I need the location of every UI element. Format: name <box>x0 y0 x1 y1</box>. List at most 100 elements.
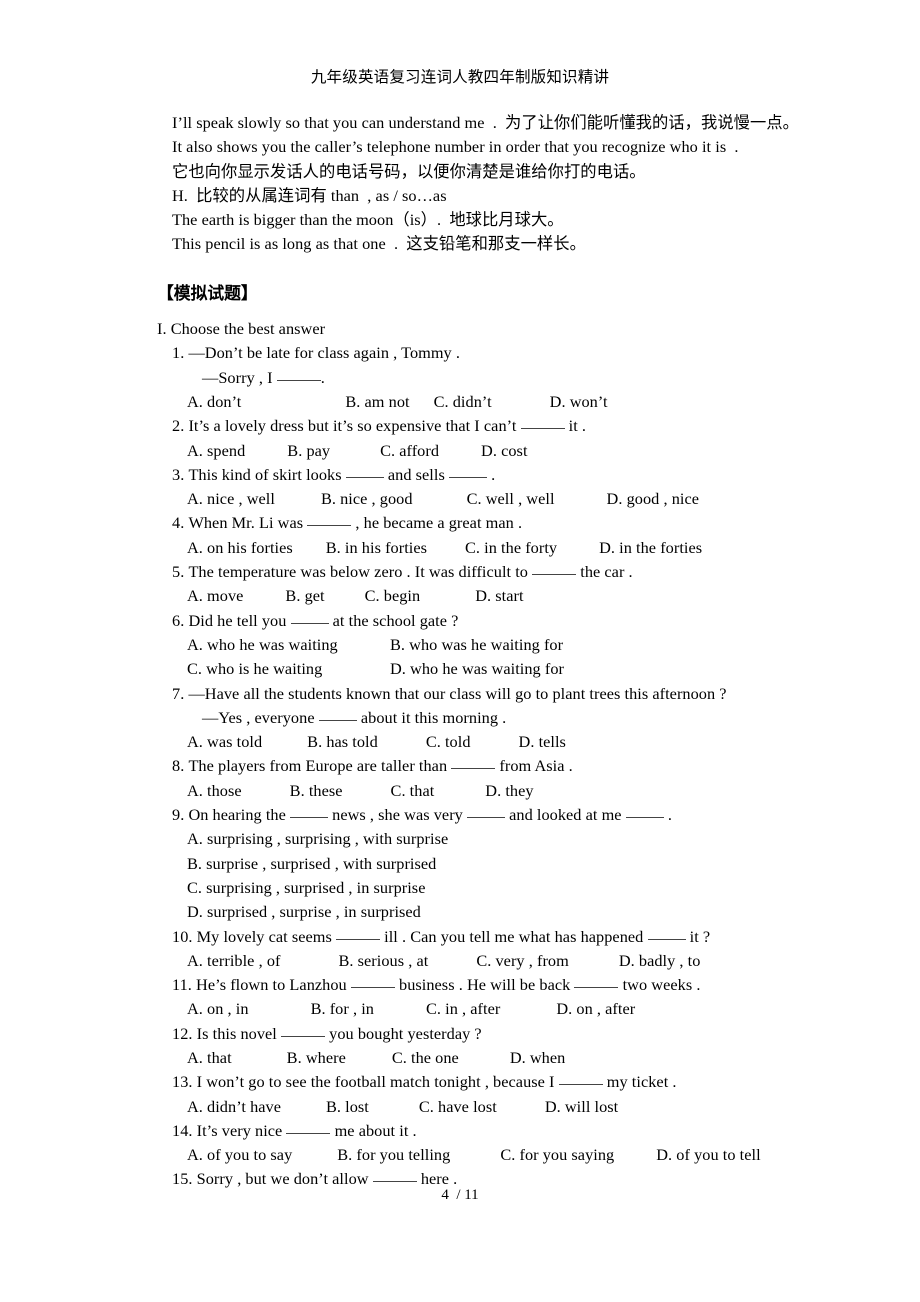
question-number: 4. <box>172 513 185 533</box>
answer-blank <box>520 428 565 430</box>
option-a[interactable]: A. that <box>187 1046 232 1070</box>
answer-blank <box>647 938 686 940</box>
option-row: A. don’t B. am not C. didn’t D. won’t <box>157 390 897 414</box>
option-c[interactable]: C. who is he waiting <box>187 657 390 681</box>
option-c[interactable]: C. afford <box>380 439 439 463</box>
option-c[interactable]: C. that <box>391 779 435 803</box>
question-text: —Have all the students known that our cl… <box>188 683 727 703</box>
option-b[interactable]: B. pay <box>287 439 330 463</box>
question-text: On hearing the <box>188 805 286 825</box>
option-d[interactable]: D. start <box>475 584 523 608</box>
option-a[interactable]: A. on his forties <box>187 536 293 560</box>
intro-line: The earth is bigger than the moon（is）. 地… <box>172 210 564 230</box>
option-b[interactable]: B. where <box>287 1046 346 1070</box>
question-text: The players from Europe are taller than <box>188 756 448 776</box>
option-c[interactable]: C. begin <box>365 584 421 608</box>
option-b[interactable]: B. in his forties <box>326 536 427 560</box>
question-stem-second: —Sorry , I . <box>157 366 897 390</box>
option-line[interactable]: D. surprised , surprise , in surprised <box>157 900 897 924</box>
part-label: I. Choose the best answer <box>157 319 326 339</box>
option-c[interactable]: C. in , after <box>426 997 500 1021</box>
option-b[interactable]: B. for , in <box>311 997 374 1021</box>
answer-blank <box>281 1035 326 1037</box>
question-text: My lovely cat seems <box>196 926 332 946</box>
option-row: A. who he was waiting B. who was he waiti… <box>157 633 897 657</box>
option-a[interactable]: A. of you to say <box>187 1143 292 1167</box>
question-number: 5. <box>172 562 185 582</box>
option-a[interactable]: A. those <box>187 779 242 803</box>
option-d[interactable]: D. cost <box>481 439 527 463</box>
option-d[interactable]: D. when <box>510 1046 566 1070</box>
option-b[interactable]: B. am not <box>345 390 409 414</box>
option-b[interactable]: B. has told <box>307 730 378 754</box>
question-stem: 12. Is this novel you bought yesterday ? <box>157 1022 897 1046</box>
question-text-tail: it ? <box>689 926 711 946</box>
option-c[interactable]: C. told <box>426 730 471 754</box>
option-c[interactable]: C. have lost <box>419 1095 497 1119</box>
option-c[interactable]: C. didn’t <box>434 390 492 414</box>
option-a[interactable]: A. didn’t have <box>187 1095 281 1119</box>
option-row: A. terrible , of B. serious , at C. very ,… <box>157 949 897 973</box>
option-c[interactable]: C. for you saying <box>500 1143 614 1167</box>
option-row: A. was told B. has told C. told D. tells <box>157 730 897 754</box>
option-d[interactable]: D. they <box>485 779 533 803</box>
question-text: It’s very nice <box>196 1120 283 1140</box>
option-d[interactable]: D. badly , to <box>619 949 701 973</box>
option-line[interactable]: B. surprise , surprised , with surprised <box>157 852 897 876</box>
option-c[interactable]: C. very , from <box>476 949 569 973</box>
option-d[interactable]: D. in the forties <box>599 536 702 560</box>
option-row: A. on his forties B. in his forties C. in … <box>157 536 897 560</box>
option-a[interactable]: A. don’t <box>187 390 241 414</box>
answer-blank <box>574 987 619 989</box>
option-b[interactable]: B. who was he waiting for <box>390 633 563 657</box>
answer-blank <box>451 768 496 770</box>
question-text: When Mr. Li was <box>188 513 304 533</box>
question-number: 14. <box>172 1120 193 1140</box>
question-stem: 5. The temperature was below zero . It w… <box>157 560 897 584</box>
option-b[interactable]: B. for you telling <box>337 1143 450 1167</box>
option-row: A. didn’t have B. lost C. have lost D. will… <box>157 1095 897 1119</box>
intro-line: 它也向你显示发话人的电话号码，以便你清楚是谁给你打的电话。 <box>172 161 646 181</box>
option-line[interactable]: C. surprising , surprised , in surprise <box>157 876 897 900</box>
question-stem-second: —Yes , everyone about it this morning . <box>157 706 897 730</box>
option-a[interactable]: A. spend <box>187 439 245 463</box>
option-b[interactable]: B. serious , at <box>338 949 428 973</box>
option-b[interactable]: B. these <box>290 779 343 803</box>
question-stem: 2. It’s a lovely dress but it’s so expen… <box>157 414 897 438</box>
option-d[interactable]: D. tells <box>519 730 566 754</box>
option-d[interactable]: D. good , nice <box>607 487 700 511</box>
question-stem: 8. The players from Europe are taller th… <box>157 754 897 778</box>
question-text-tail: me about it . <box>334 1120 417 1140</box>
answer-blank <box>318 719 357 721</box>
document-page: 九年级英语复习连词人教四年制版知识精讲 I’ll speak slowly so… <box>0 0 920 1302</box>
answer-blank <box>286 1132 331 1134</box>
option-b[interactable]: B. nice , good <box>321 487 413 511</box>
option-c[interactable]: C. well , well <box>467 487 555 511</box>
option-b[interactable]: B. lost <box>326 1095 369 1119</box>
question-text: He’s flown to Lanzhou <box>196 975 347 995</box>
option-a[interactable]: A. nice , well <box>187 487 275 511</box>
option-c[interactable]: C. the one <box>392 1046 459 1070</box>
option-d[interactable]: D. on , after <box>556 997 635 1021</box>
option-a[interactable]: A. was told <box>187 730 262 754</box>
option-b[interactable]: B. get <box>285 584 324 608</box>
option-c[interactable]: C. in the forty <box>465 536 557 560</box>
option-d[interactable]: D. will lost <box>545 1095 618 1119</box>
question-stem: 13. I won’t go to see the football match… <box>157 1070 897 1094</box>
option-d[interactable]: D. who he was waiting for <box>390 657 564 681</box>
option-a[interactable]: A. move <box>187 584 243 608</box>
option-a[interactable]: A. on , in <box>187 997 249 1021</box>
option-line[interactable]: A. surprising , surprising , with surpri… <box>157 827 897 851</box>
intro-line: It also shows you the caller’s telephone… <box>172 137 739 157</box>
option-d[interactable]: D. of you to tell <box>656 1143 760 1167</box>
question-text-tail: two weeks . <box>622 975 701 995</box>
answer-blank <box>345 476 384 478</box>
answer-blank <box>532 574 577 576</box>
question-text: It’s a lovely dress but it’s so expensiv… <box>188 416 517 436</box>
intro-line: H. 比较的从属连词有 than , as / so…as <box>172 185 447 205</box>
question-text-tail: my ticket . <box>606 1072 677 1092</box>
option-a[interactable]: A. who he was waiting <box>187 633 390 657</box>
option-d[interactable]: D. won’t <box>550 390 608 414</box>
answer-blank <box>350 987 395 989</box>
option-a[interactable]: A. terrible , of <box>187 949 280 973</box>
